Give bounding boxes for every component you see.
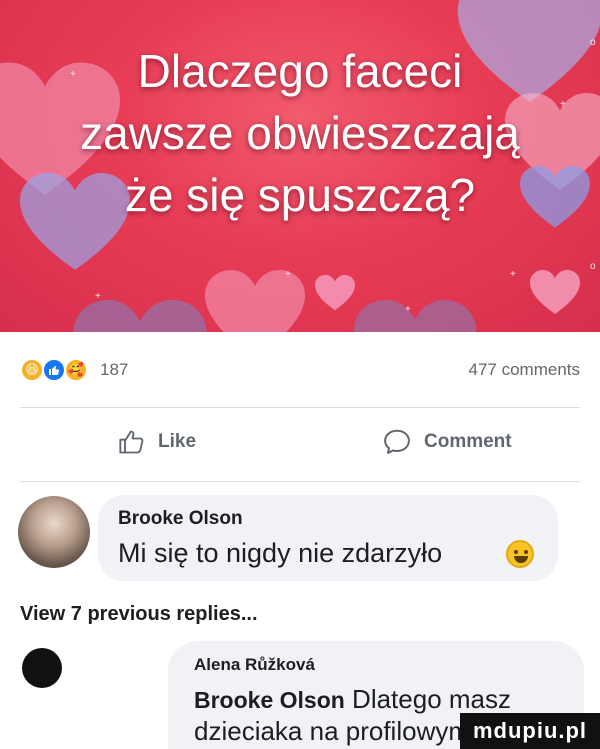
banner-title-line: że się spuszczą? <box>124 169 476 221</box>
avatar[interactable] <box>22 648 62 688</box>
comment-text: Mi się to nigdy nie zdarzyło <box>118 538 443 568</box>
comment-author[interactable]: Alena Růžková <box>194 655 315 675</box>
comment-button[interactable]: Comment <box>382 422 512 462</box>
reply-text: Dlatego masz <box>352 684 512 714</box>
banner-title-line: Dlaczego faceci <box>137 45 463 97</box>
haha-icon: 😆 <box>20 358 44 382</box>
mention-link[interactable]: Brooke Olson <box>194 687 345 713</box>
meme-banner-image: + + + + + + o o Dlaczego faceci zawsze o… <box>0 0 600 332</box>
avatar[interactable] <box>18 496 90 568</box>
heart-decoration <box>330 300 500 332</box>
heart-decoration <box>60 300 220 332</box>
sparkle-icon: + <box>285 269 291 280</box>
comments-count-link[interactable]: 477 comments <box>469 360 581 380</box>
sparkle-icon: + <box>95 291 101 302</box>
comment-author[interactable]: Brooke Olson <box>118 508 243 530</box>
divider <box>20 481 580 482</box>
comment-label: Comment <box>424 431 512 452</box>
sparkle-icon: o <box>590 261 596 272</box>
reply-text-line: Brooke Olson Dlatego masz <box>194 684 511 715</box>
sparkle-icon: + <box>405 304 411 315</box>
banner-title-line: zawsze obwieszczają <box>80 107 520 159</box>
care-icon: 🥰 <box>64 358 88 382</box>
smile-emoji-icon <box>506 540 534 568</box>
reaction-icons[interactable]: 😆 🥰 <box>20 358 94 382</box>
view-previous-replies-link[interactable]: View 7 previous replies... <box>20 603 258 626</box>
thumbs-up-icon <box>118 428 146 456</box>
reactions-summary[interactable]: 😆 🥰 187 477 comments <box>20 356 580 384</box>
like-button[interactable]: Like <box>118 422 196 462</box>
reaction-count[interactable]: 187 <box>100 360 128 380</box>
watermark-logo: mdupiu.pl <box>460 713 600 749</box>
heart-decoration <box>530 270 580 315</box>
banner-title: Dlaczego faceci zawsze obwieszczają że s… <box>0 40 600 226</box>
comment-bubble-icon <box>382 427 412 457</box>
like-label: Like <box>158 431 197 452</box>
reply-text-line: dzieciaka na profilowym <box>194 716 471 746</box>
like-icon <box>42 358 66 382</box>
sparkle-icon: + <box>510 269 516 280</box>
divider <box>20 407 580 408</box>
